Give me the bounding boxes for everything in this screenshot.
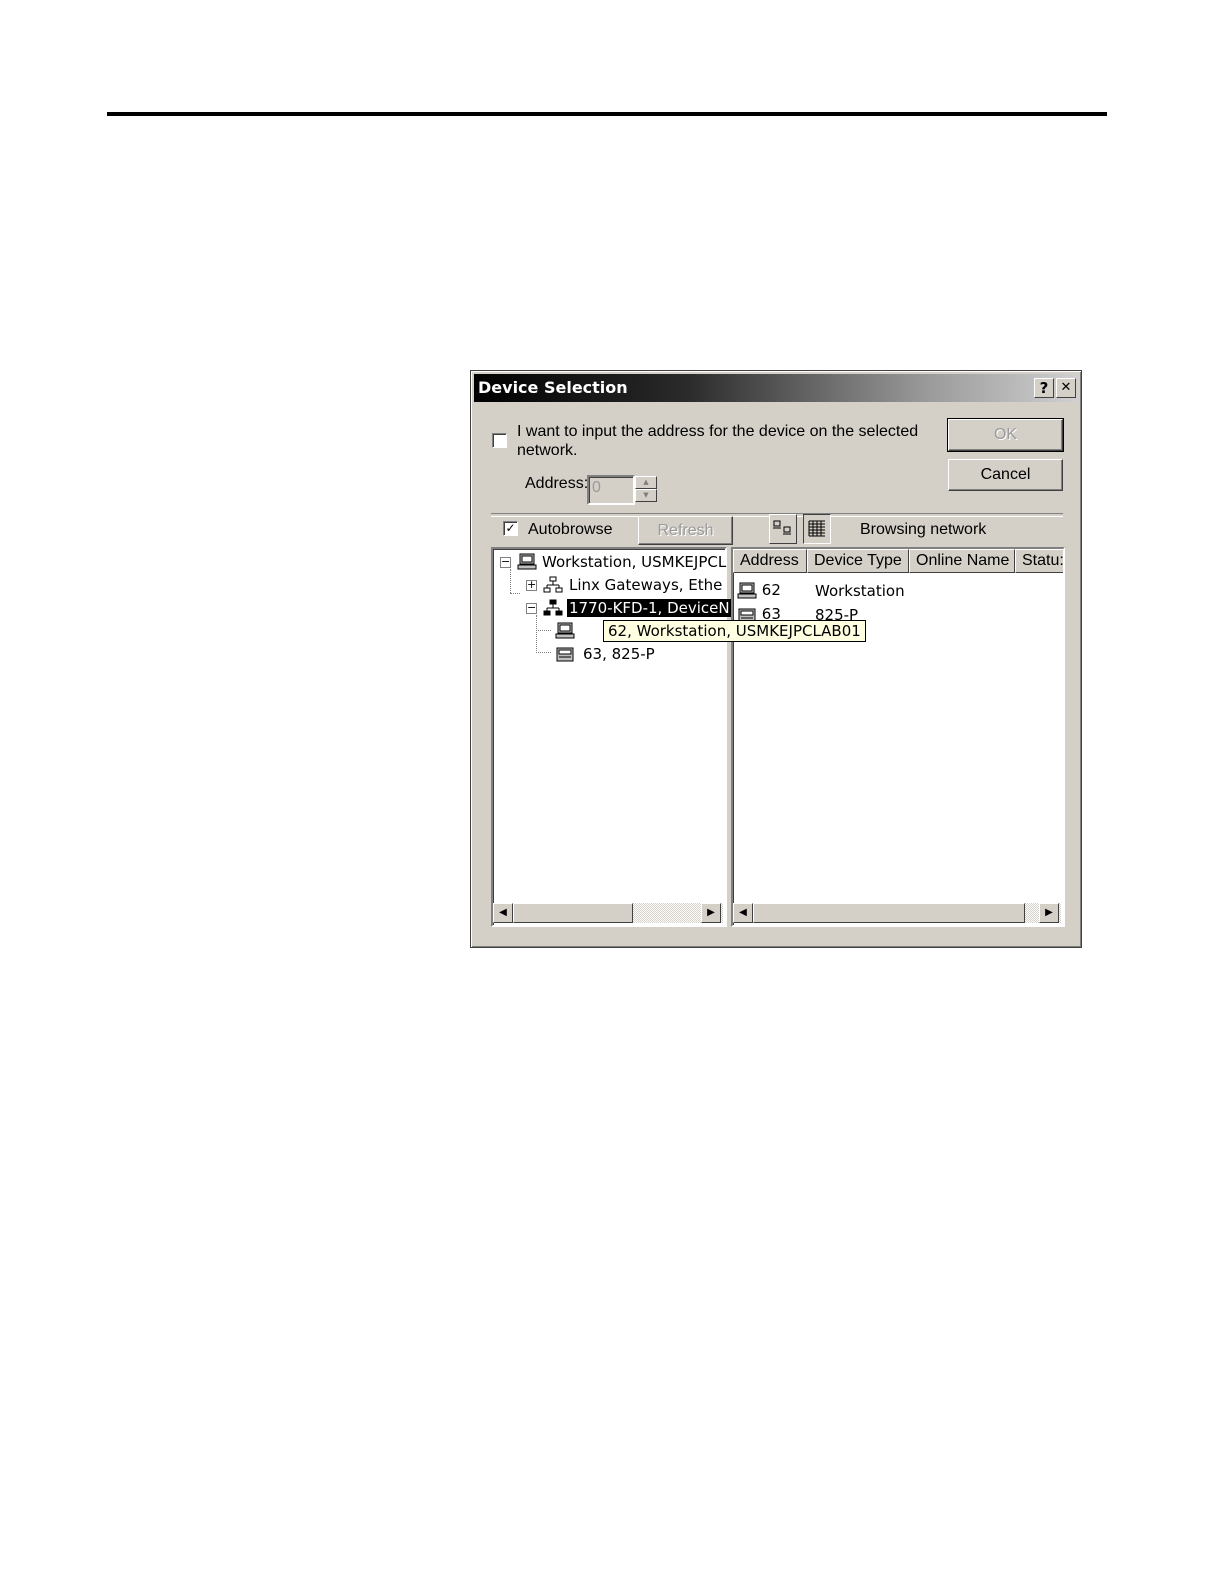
- workstation-icon: [555, 622, 575, 639]
- refresh-button[interactable]: Refresh: [638, 516, 733, 545]
- scroll-right-button[interactable]: ▶: [701, 903, 721, 923]
- details-view-icon: [808, 520, 825, 537]
- address-field[interactable]: 0: [587, 475, 635, 505]
- large-icons-icon: [773, 520, 791, 535]
- close-button[interactable]: ✕: [1056, 378, 1076, 398]
- cancel-button[interactable]: Cancel: [948, 459, 1063, 491]
- device-selection-dialog: Device Selection ? ✕ I want to input the…: [470, 370, 1082, 948]
- tree-item-63-825p[interactable]: 63, 825-P: [555, 643, 657, 665]
- tree-horizontal-scrollbar[interactable]: ◀ ▶: [493, 903, 723, 923]
- tree-item-label: 1770-KFD-1, DeviceN: [567, 599, 732, 617]
- expand-icon[interactable]: +: [526, 579, 537, 591]
- list-horizontal-scrollbar[interactable]: ◀ ▶: [733, 903, 1061, 923]
- network-tree[interactable]: − Workstation, USMKEJPCL + Linx Gateways…: [491, 547, 732, 927]
- network-icon: [543, 576, 563, 593]
- network-icon: [543, 599, 563, 616]
- address-spin-down[interactable]: ▼: [635, 489, 657, 502]
- tree-item-tooltip: 62, Workstation, USMKEJPCLAB01: [603, 620, 866, 642]
- device-list[interactable]: Address Device Type Online Name Statu: 6…: [731, 547, 1065, 927]
- tree-item-label: Workstation, USMKEJPCL: [542, 553, 727, 571]
- tree-item-label: Linx Gateways, Ethe: [569, 576, 723, 594]
- tree-item-label: 63, 825-P: [583, 645, 655, 663]
- scroll-right-button[interactable]: ▶: [1039, 903, 1059, 923]
- autobrowse-checkbox[interactable]: ✓: [503, 521, 518, 536]
- workstation-icon: [737, 582, 757, 598]
- column-header-online-name[interactable]: Online Name: [909, 549, 1015, 573]
- large-icons-view-button[interactable]: [769, 514, 797, 544]
- column-header-address[interactable]: Address: [733, 549, 807, 573]
- collapse-icon[interactable]: −: [526, 602, 537, 614]
- list-row[interactable]: 62: [737, 581, 781, 600]
- column-header-device-type[interactable]: Device Type: [807, 549, 909, 573]
- scroll-thumb[interactable]: [753, 903, 1025, 923]
- workstation-icon: [517, 553, 537, 570]
- status-text: Browsing network: [860, 521, 987, 538]
- autobrowse-label: Autobrowse: [528, 521, 613, 538]
- scroll-left-button[interactable]: ◀: [733, 903, 753, 923]
- details-view-button[interactable]: [803, 514, 831, 544]
- dialog-title: Device Selection: [478, 378, 628, 397]
- title-bar[interactable]: Device Selection ? ✕: [474, 374, 1078, 402]
- tree-item-workstation[interactable]: − Workstation, USMKEJPCL: [500, 551, 728, 573]
- manual-address-label-line1: I want to input the address for the devi…: [517, 423, 919, 440]
- collapse-icon[interactable]: −: [500, 556, 511, 568]
- manual-address-checkbox[interactable]: [492, 433, 507, 448]
- scroll-thumb[interactable]: [513, 903, 633, 923]
- ok-button[interactable]: OK: [947, 418, 1064, 452]
- page-top-rule: [107, 112, 1107, 116]
- address-label: Address:: [525, 475, 589, 492]
- address-spin-up[interactable]: ▲: [635, 476, 657, 489]
- column-header-status[interactable]: Statu:: [1015, 549, 1063, 573]
- help-button[interactable]: ?: [1034, 378, 1054, 398]
- device-icon: [556, 647, 574, 662]
- device-type-cell: Workstation: [815, 582, 905, 600]
- address-cell: 62: [761, 581, 781, 599]
- tree-item-62-workstation[interactable]: [555, 620, 575, 642]
- scroll-left-button[interactable]: ◀: [493, 903, 513, 923]
- tree-item-linx-gateways[interactable]: + Linx Gateways, Ethe: [526, 574, 724, 596]
- tree-item-1770-kfd[interactable]: − 1770-KFD-1, DeviceN: [526, 597, 732, 619]
- manual-address-label-line2: network.: [517, 442, 578, 459]
